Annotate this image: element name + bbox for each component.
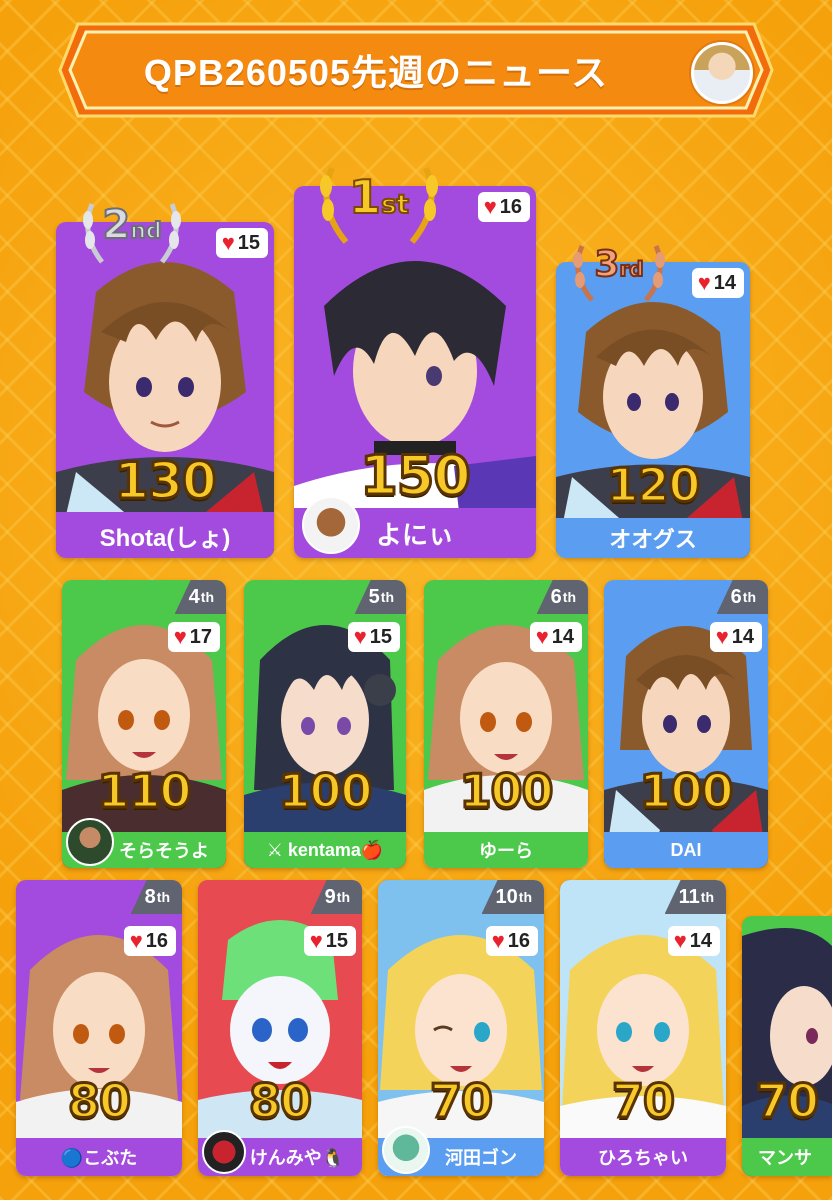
score: 70 (428, 1073, 494, 1130)
rank-suffix: th (742, 589, 756, 605)
rank-number: 6 (550, 585, 562, 608)
ranking-card-2nd[interactable]: ♥ 15 130 Shota(しょ) (56, 222, 274, 558)
heart-icon: ♥ (535, 624, 549, 649)
heart-icon: ♥ (173, 624, 187, 649)
rank-number: 9 (324, 885, 336, 908)
rank-laurel-3rd: 3rd (564, 228, 674, 308)
ranking-card-4th[interactable]: 4th ♥ 17 110 そらそうよ (62, 580, 226, 868)
likes-count: 15 (369, 625, 392, 648)
rank-number: 1 (348, 169, 382, 225)
likes-count: 14 (731, 625, 754, 648)
likes-count: 14 (689, 929, 712, 952)
heart-icon: ♥ (483, 194, 497, 219)
character-art (560, 880, 726, 1176)
score: 70 (754, 1073, 820, 1130)
score: 100 (638, 763, 735, 820)
score: 100 (277, 763, 374, 820)
score: 120 (605, 457, 702, 514)
likes-count: 15 (325, 929, 348, 952)
user-avatar[interactable] (66, 818, 114, 866)
likes-count: 17 (189, 625, 212, 648)
rank-number: 8 (144, 885, 156, 908)
user-avatar[interactable] (202, 1130, 246, 1174)
heart-icon: ♥ (353, 624, 367, 649)
heart-icon: ♥ (673, 928, 687, 953)
rank-suffix: st (380, 189, 410, 221)
ranking-card-10th[interactable]: 10th ♥ 16 70 河田ゴン (378, 880, 544, 1176)
user-name: Shota(しょ) (56, 512, 274, 558)
character-art (16, 935, 182, 1176)
rank-number: 2 (101, 201, 131, 249)
likes-badge: ♥ 14 (529, 622, 582, 652)
score: 110 (96, 763, 193, 820)
likes-count: 16 (145, 929, 168, 952)
user-name: 🔵こぶた (16, 1138, 182, 1176)
rank-number: 3 (593, 243, 620, 286)
rank-number: 5 (368, 585, 380, 608)
user-name: ゆーら (424, 832, 588, 868)
likes-badge: ♥ 15 (347, 622, 400, 652)
likes-badge: ♥ 15 (303, 926, 356, 956)
user-name: DAI (604, 832, 768, 868)
user-name: ⚔ kentama🍎 (244, 832, 406, 868)
rank-number: 11 (678, 885, 700, 908)
user-name: オオグス (556, 518, 750, 558)
likes-count: 14 (713, 271, 736, 294)
heart-icon: ♥ (221, 230, 235, 255)
ranking-card-9th[interactable]: 9th ♥ 15 80 けんみや🐧 (198, 880, 362, 1176)
rank-suffix: th (200, 589, 214, 605)
ranking-card-6th-b[interactable]: 6th ♥ 14 100 DAI (604, 580, 768, 868)
user-avatar[interactable] (382, 1126, 430, 1174)
ranking-card-11th[interactable]: 11th ♥ 14 70 ひろちゃい (560, 880, 726, 1176)
likes-badge: ♥ 17 (167, 622, 220, 652)
rank-suffix: th (562, 589, 576, 605)
likes-badge: ♥ 16 (477, 192, 530, 222)
score: 80 (66, 1073, 132, 1130)
rank-suffix: th (700, 889, 714, 905)
ranking-card-6th-a[interactable]: 6th ♥ 14 100 ゆーら (424, 580, 588, 868)
ranking-card-12th-partial[interactable]: 70 マンサ (742, 916, 832, 1176)
likes-badge: ♥ 16 (123, 926, 176, 956)
likes-count: 15 (237, 231, 260, 254)
heart-icon: ♥ (309, 928, 323, 953)
heart-icon: ♥ (491, 928, 505, 953)
character-art (742, 928, 832, 1176)
heart-icon: ♥ (697, 270, 711, 295)
rank-suffix: th (156, 889, 170, 905)
ranking-card-8th[interactable]: 8th ♥ 16 80 🔵こぶた (16, 880, 182, 1176)
user-name: マンサ (742, 1138, 832, 1176)
heart-icon: ♥ (129, 928, 143, 953)
rank-number: 6 (730, 585, 742, 608)
likes-badge: ♥ 14 (667, 926, 720, 956)
rank-number: 10 (495, 885, 518, 908)
page-title: QPB260505先週のニュース (143, 52, 609, 93)
score: 80 (247, 1073, 313, 1130)
user-name: ひろちゃい (560, 1138, 726, 1176)
likes-count: 16 (499, 195, 522, 218)
rank-laurel-2nd: 2nd (72, 184, 192, 272)
rank-laurel-1st: 1st (308, 146, 450, 250)
heart-icon: ♥ (715, 624, 729, 649)
rank-suffix: rd (618, 256, 644, 282)
score: 70 (610, 1073, 676, 1130)
rank-suffix: th (380, 589, 394, 605)
rank-suffix: th (336, 889, 350, 905)
likes-badge: ♥ 15 (215, 228, 268, 258)
ranking-card-5th[interactable]: 5th ♥ 15 100 ⚔ kentama🍎 (244, 580, 406, 868)
rank-suffix: nd (129, 218, 162, 245)
score: 130 (113, 451, 218, 512)
rank-suffix: th (518, 889, 532, 905)
user-avatar[interactable] (302, 496, 360, 554)
profile-avatar-icon[interactable] (691, 42, 753, 104)
likes-badge: ♥ 14 (709, 622, 762, 652)
likes-count: 16 (507, 929, 530, 952)
likes-count: 14 (551, 625, 574, 648)
header-banner: QPB260505先週のニュース (56, 20, 776, 120)
likes-badge: ♥ 16 (485, 926, 538, 956)
likes-badge: ♥ 14 (691, 268, 744, 298)
score: 100 (458, 763, 555, 820)
rank-number: 4 (188, 585, 200, 608)
